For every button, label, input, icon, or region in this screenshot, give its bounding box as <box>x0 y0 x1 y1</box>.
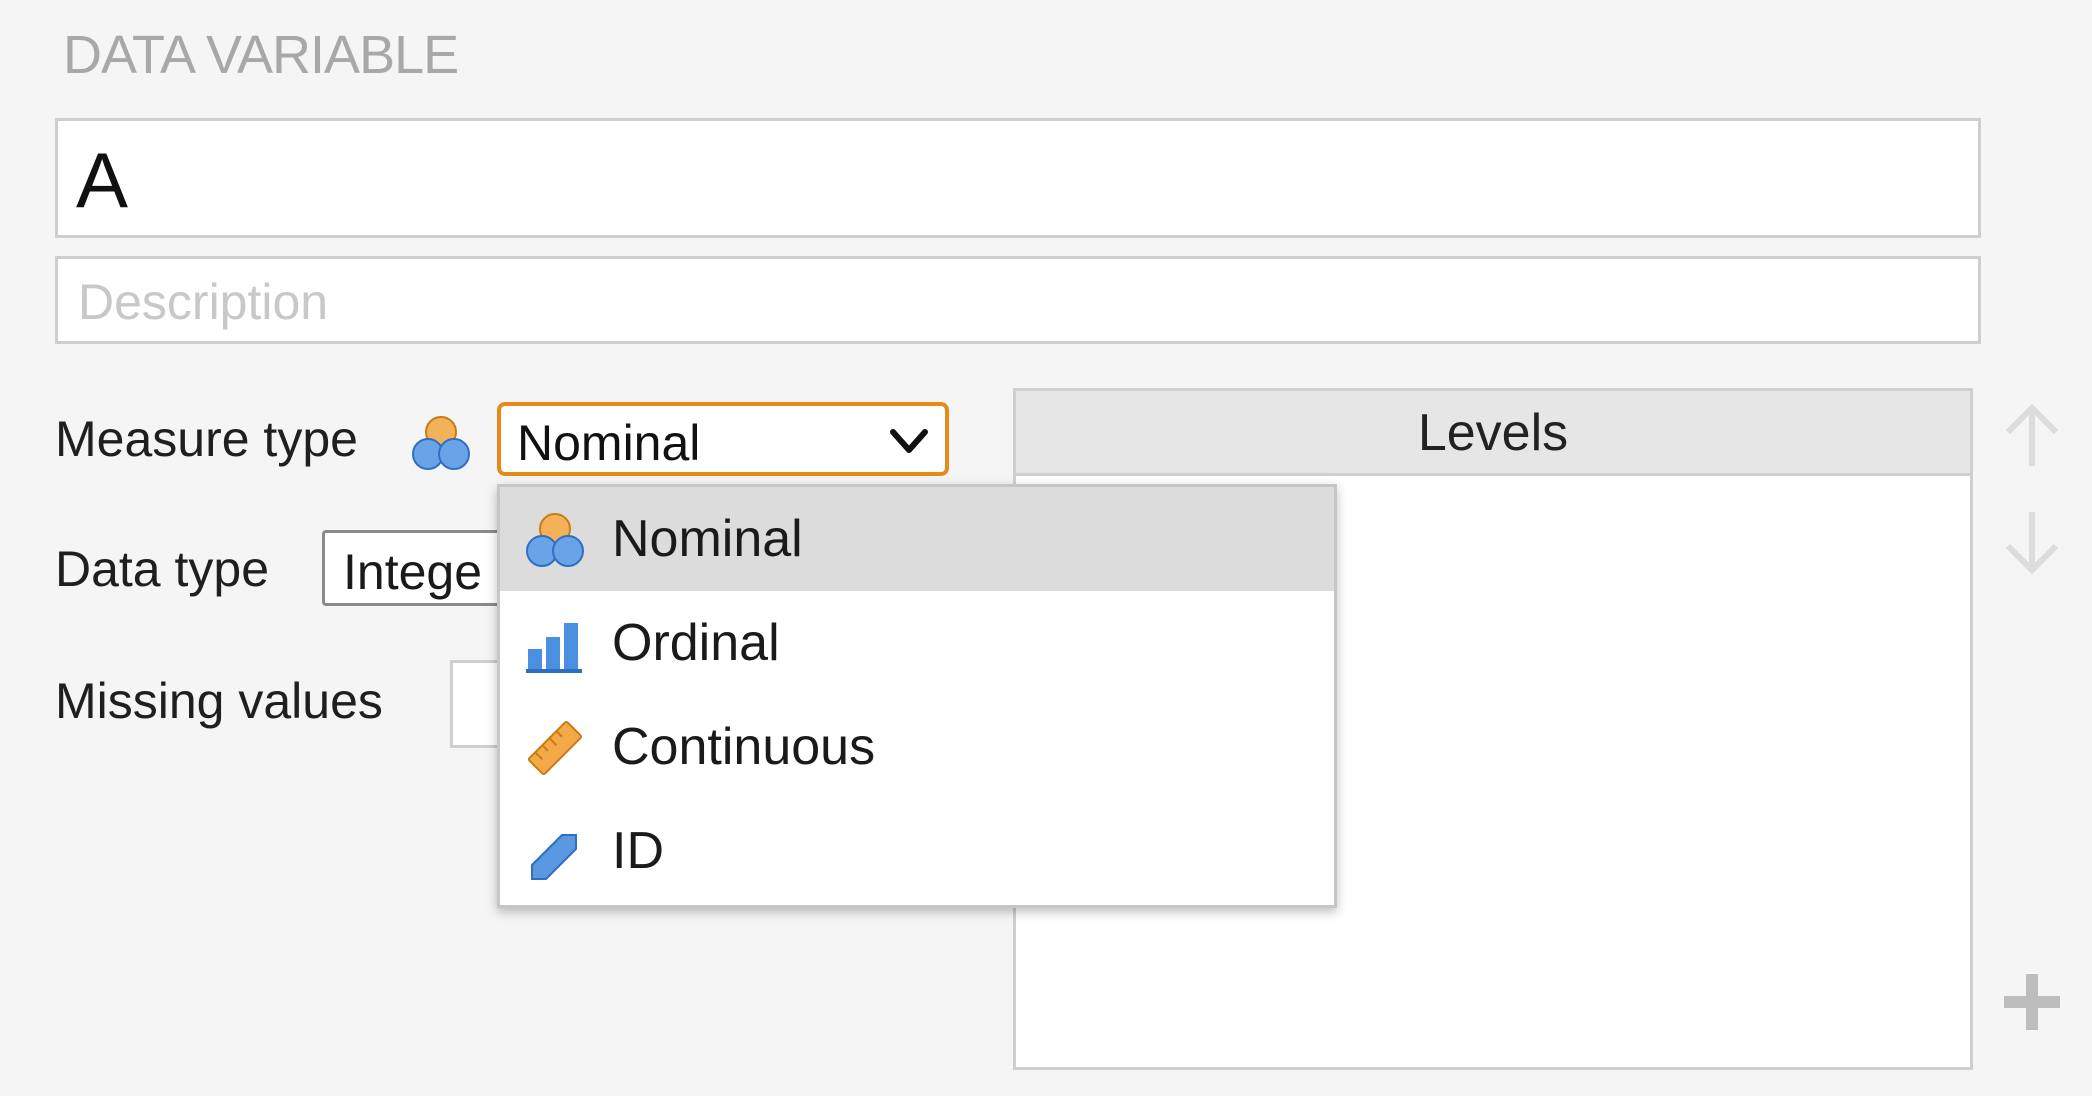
levels-header: Levels <box>1013 388 1973 476</box>
continuous-icon <box>527 720 583 776</box>
dropdown-item-label: Ordinal <box>612 614 780 672</box>
data-type-label: Data type <box>55 541 270 597</box>
section-title: DATA VARIABLE <box>63 25 459 85</box>
arrow-up-icon[interactable] <box>2000 400 2064 472</box>
id-icon <box>531 834 577 880</box>
add-level-icon[interactable] <box>2000 970 2064 1034</box>
nominal-icon <box>526 513 584 567</box>
dropdown-item-label: Continuous <box>612 718 876 776</box>
arrow-down-icon[interactable] <box>2000 506 2064 578</box>
measure-type-select[interactable]: Nominal <box>497 402 949 476</box>
nominal-icon <box>412 416 470 470</box>
variable-name-input[interactable]: A <box>55 118 1981 238</box>
dropdown-item-label: Nominal <box>612 510 803 568</box>
measure-type-label: Measure type <box>55 411 358 467</box>
measure-type-value: Nominal <box>517 415 701 471</box>
data-type-select[interactable]: Intege <box>322 530 502 606</box>
dropdown-item-continuous[interactable]: Continuous <box>500 695 1334 799</box>
chevron-down-icon <box>890 429 928 453</box>
description-input[interactable]: Description <box>55 256 1981 344</box>
missing-values-label: Missing values <box>55 673 383 729</box>
dropdown-item-ordinal[interactable]: Ordinal <box>500 591 1334 695</box>
ordinal-icon <box>526 623 582 673</box>
dropdown-item-label: ID <box>612 822 664 880</box>
dropdown-item-id[interactable]: ID <box>500 799 1334 903</box>
measure-type-dropdown: Nominal Ordinal Continuous ID <box>497 484 1337 908</box>
dropdown-item-nominal[interactable]: Nominal <box>500 487 1334 591</box>
